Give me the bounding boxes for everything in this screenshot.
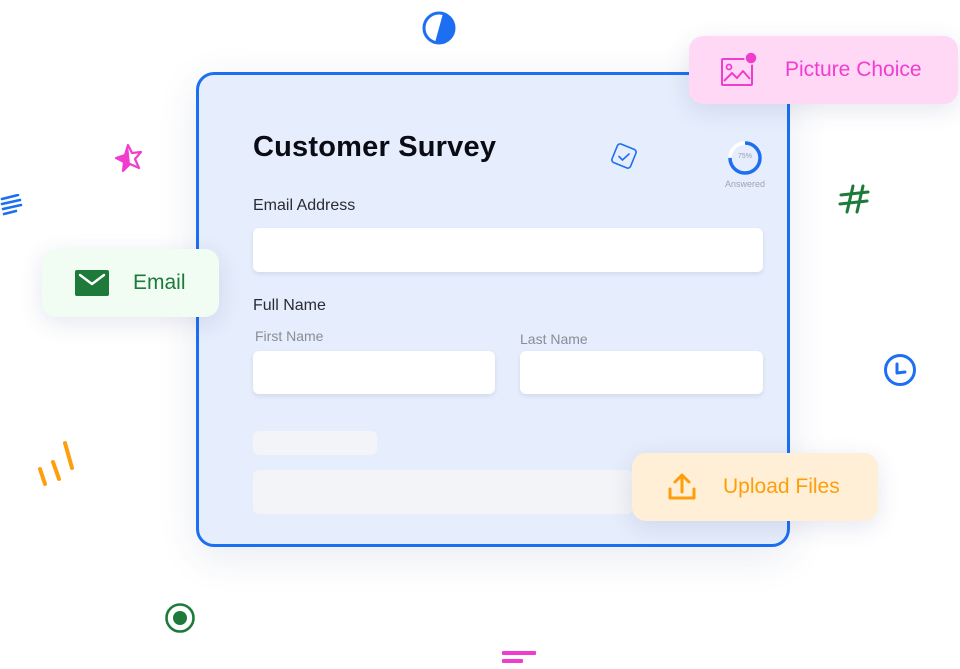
placeholder-field-skeleton [253,470,633,514]
pink-bars-icon [502,651,536,663]
envelope-icon [75,270,109,296]
upload-icon [668,473,696,500]
progress-indicator: 75% Answered [719,139,771,189]
last-name-input[interactable] [520,351,763,394]
radio-icon [165,603,195,633]
image-icon [721,51,758,86]
hashtag-icon [838,184,870,214]
progress-percent: 75% [737,153,752,160]
picture-choice-label: Picture Choice [785,58,922,81]
lines-icon [0,194,23,216]
first-name-input[interactable] [253,351,495,394]
email-chip-label: Email [133,271,186,294]
slash-lines-icon [38,441,74,486]
half-circle-icon [422,11,456,45]
upload-files-label: Upload Files [723,475,840,498]
first-name-label: First Name [255,328,324,344]
progress-caption: Answered [724,179,766,189]
picture-choice-chip[interactable]: Picture Choice [689,36,958,104]
upload-files-chip[interactable]: Upload Files [632,453,878,521]
full-name-label: Full Name [253,297,326,314]
placeholder-label-skeleton [253,431,377,455]
email-address-label: Email Address [253,197,356,214]
form-title: Customer Survey [253,131,497,163]
star-icon [114,143,143,173]
clock-icon [884,354,916,386]
checkbox-icon [611,143,637,169]
email-chip[interactable]: Email [42,249,219,317]
email-address-input[interactable] [253,228,763,272]
last-name-label: Last Name [520,331,588,347]
